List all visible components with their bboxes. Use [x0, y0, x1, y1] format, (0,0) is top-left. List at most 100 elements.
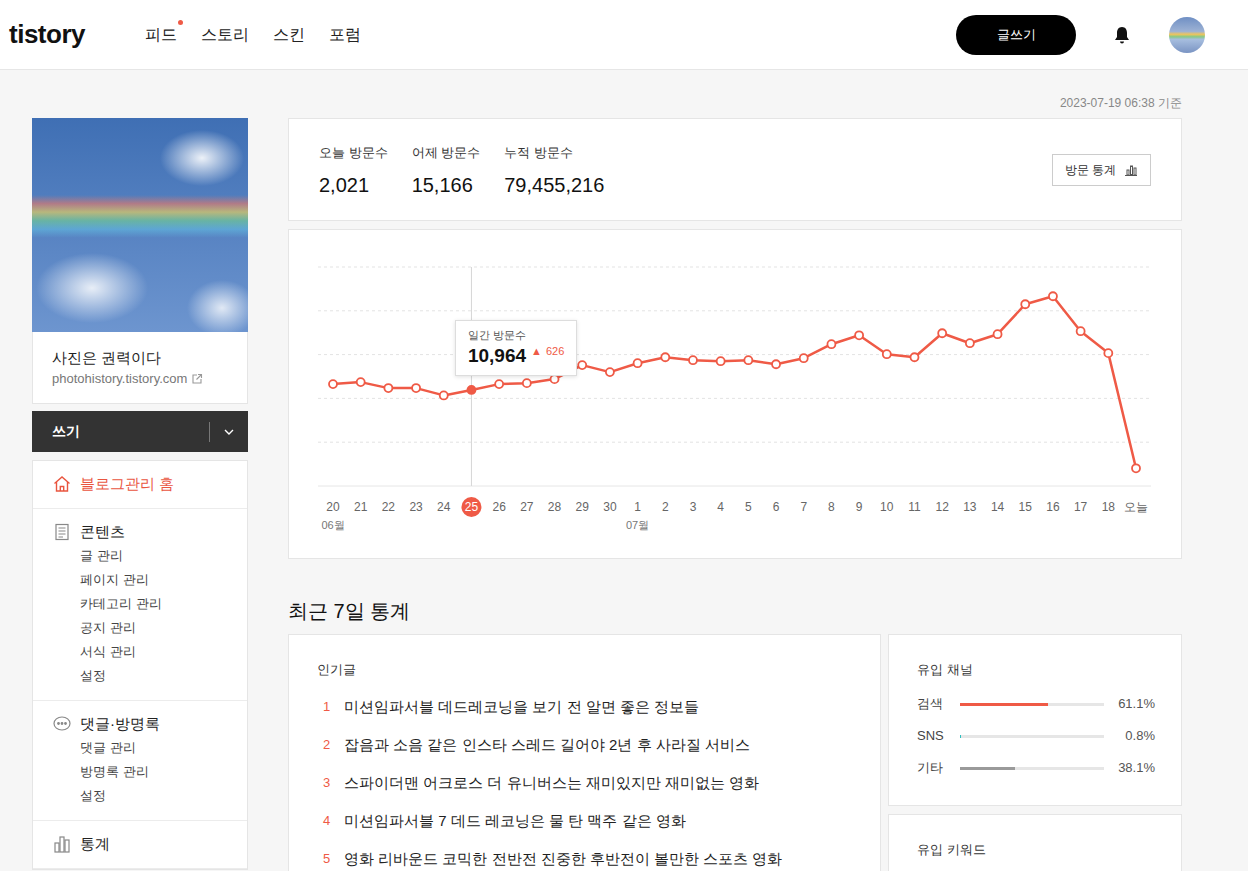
x-axis-label[interactable]: 29: [576, 500, 590, 514]
menu-item[interactable]: 공지 관리: [52, 616, 228, 640]
menu-item[interactable]: 댓글 관리: [52, 736, 228, 760]
data-point[interactable]: [1049, 292, 1057, 300]
menu-item[interactable]: 글 관리: [52, 544, 228, 568]
data-point[interactable]: [717, 357, 725, 365]
data-point[interactable]: [910, 353, 918, 361]
post-title[interactable]: 스파이더맨 어크로스 더 유니버스는 재미있지만 재미없는 영화: [344, 764, 759, 802]
visit-stats-button[interactable]: 방문 통계: [1052, 154, 1151, 186]
data-point[interactable]: [440, 391, 448, 399]
data-point[interactable]: [412, 384, 420, 392]
x-axis-label[interactable]: 4: [717, 500, 724, 514]
x-axis-label[interactable]: 24: [437, 500, 451, 514]
nav-item[interactable]: 스토리: [201, 23, 249, 47]
x-axis-label[interactable]: 26: [492, 500, 506, 514]
x-axis-label[interactable]: 13: [963, 500, 977, 514]
popular-post[interactable]: 4미션임파서블 7 데드 레코닝은 물 탄 맥주 같은 영화: [317, 802, 852, 840]
write-dropdown-toggle[interactable]: [222, 425, 236, 439]
data-point[interactable]: [523, 379, 531, 387]
x-axis-label[interactable]: 18: [1102, 500, 1116, 514]
profile-avatar[interactable]: [1169, 17, 1205, 53]
x-axis-label[interactable]: 17: [1074, 500, 1088, 514]
data-point[interactable]: [606, 368, 614, 376]
data-point[interactable]: [467, 386, 475, 394]
x-axis-label[interactable]: 14: [991, 500, 1005, 514]
notification-button[interactable]: [1112, 25, 1132, 45]
popular-post[interactable]: 5영화 리바운드 코믹한 전반전 진중한 후반전이 볼만한 스포츠 영화: [317, 840, 852, 871]
data-point[interactable]: [384, 384, 392, 392]
popular-post[interactable]: 2잡음과 소음 같은 인스타 스레드 길어야 2년 후 사라질 서비스: [317, 726, 852, 764]
x-axis-label[interactable]: 20: [326, 500, 340, 514]
x-axis-label[interactable]: 21: [354, 500, 368, 514]
menu-item[interactable]: 설정: [52, 784, 228, 808]
x-axis-label[interactable]: 10: [880, 500, 894, 514]
menu-section-label[interactable]: 콘텐츠: [80, 520, 125, 544]
write-button[interactable]: 글쓰기: [956, 15, 1076, 55]
x-axis-label[interactable]: 30: [603, 500, 617, 514]
data-point[interactable]: [661, 353, 669, 361]
data-point[interactable]: [1077, 327, 1085, 335]
menu-section-title[interactable]: 블로그관리 홈: [52, 472, 228, 496]
post-title[interactable]: 미션임파서블 7 데드 레코닝은 물 탄 맥주 같은 영화: [344, 802, 686, 840]
data-point[interactable]: [1021, 300, 1029, 308]
popular-post[interactable]: 3스파이더맨 어크로스 더 유니버스는 재미있지만 재미없는 영화: [317, 764, 852, 802]
blog-url[interactable]: photohistory.tistory.com: [52, 369, 187, 389]
x-axis-label[interactable]: 22: [382, 500, 396, 514]
write-label[interactable]: 쓰기: [52, 421, 209, 442]
menu-section-title[interactable]: 콘텐츠: [52, 520, 228, 544]
data-point[interactable]: [994, 330, 1002, 338]
data-point[interactable]: [634, 359, 642, 367]
x-axis-label[interactable]: 7: [800, 500, 807, 514]
write-menu-button[interactable]: 쓰기: [32, 411, 248, 452]
x-axis-label[interactable]: 3: [690, 500, 697, 514]
visit-stats-label[interactable]: 방문 통계: [1065, 161, 1116, 179]
data-point[interactable]: [772, 360, 780, 368]
menu-section-title[interactable]: 통계: [52, 832, 228, 856]
data-point[interactable]: [1104, 349, 1112, 357]
data-point[interactable]: [938, 329, 946, 337]
data-point[interactable]: [495, 380, 503, 388]
x-axis-label[interactable]: 9: [856, 500, 863, 514]
x-axis-label[interactable]: 6: [773, 500, 780, 514]
menu-item[interactable]: 카테고리 관리: [52, 592, 228, 616]
menu-section-label[interactable]: 블로그관리 홈: [80, 472, 174, 496]
menu-item[interactable]: 설정: [52, 664, 228, 688]
menu-section-title[interactable]: 댓글·방명록: [52, 712, 228, 736]
x-axis-label[interactable]: 오늘: [1124, 500, 1148, 514]
x-axis-label[interactable]: 1: [634, 500, 641, 514]
data-point[interactable]: [1132, 464, 1140, 472]
blog-url-link[interactable]: photohistory.tistory.com: [52, 369, 228, 389]
x-axis-label[interactable]: 12: [936, 500, 950, 514]
menu-section-label[interactable]: 통계: [80, 832, 110, 856]
data-point[interactable]: [329, 380, 337, 388]
x-axis-label[interactable]: 5: [745, 500, 752, 514]
x-axis-label[interactable]: 16: [1046, 500, 1060, 514]
x-axis-label[interactable]: 11: [908, 500, 921, 514]
data-point[interactable]: [357, 378, 365, 386]
nav-item[interactable]: 피드: [145, 23, 177, 47]
nav-item[interactable]: 포럼: [329, 23, 361, 47]
post-title[interactable]: 미션임파서블 데드레코닝을 보기 전 알면 좋은 정보들: [344, 688, 699, 726]
data-point[interactable]: [883, 350, 891, 358]
x-axis-label[interactable]: 28: [548, 500, 562, 514]
blog-cover-image[interactable]: [32, 118, 248, 332]
x-axis-label[interactable]: 15: [1019, 500, 1033, 514]
x-axis-label[interactable]: 27: [520, 500, 534, 514]
menu-item[interactable]: 서식 관리: [52, 640, 228, 664]
menu-item[interactable]: 방명록 관리: [52, 760, 228, 784]
post-title[interactable]: 잡음과 소음 같은 인스타 스레드 길어야 2년 후 사라질 서비스: [344, 726, 750, 764]
data-point[interactable]: [827, 340, 835, 348]
x-axis-label[interactable]: 23: [409, 500, 423, 514]
data-point[interactable]: [966, 339, 974, 347]
data-point[interactable]: [800, 354, 808, 362]
data-point[interactable]: [855, 331, 863, 339]
data-point[interactable]: [744, 356, 752, 364]
blog-title[interactable]: 사진은 권력이다: [52, 347, 228, 369]
data-point[interactable]: [551, 375, 559, 383]
menu-section-label[interactable]: 댓글·방명록: [80, 712, 160, 736]
post-title[interactable]: 영화 리바운드 코믹한 전반전 진중한 후반전이 볼만한 스포츠 영화: [344, 840, 782, 871]
tistory-logo[interactable]: tistory: [0, 15, 145, 54]
x-axis-label[interactable]: 25: [465, 500, 479, 514]
data-point[interactable]: [578, 361, 586, 369]
nav-item[interactable]: 스킨: [273, 23, 305, 47]
x-axis-label[interactable]: 8: [828, 500, 835, 514]
